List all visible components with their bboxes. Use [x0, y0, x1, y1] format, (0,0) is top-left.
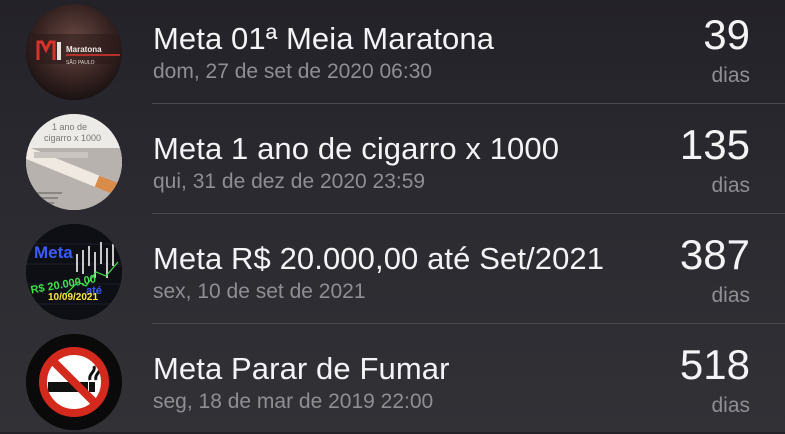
goal-title: Meta Parar de Fumar [153, 351, 450, 386]
goal-days-unit: dias [711, 174, 750, 197]
goal-list: Maratona SÃO PAULO Meta 01ª Meia Maraton… [0, 0, 785, 432]
avatar-line2-text: cigarro x 1000 [44, 133, 101, 143]
half-marathon-logo-icon: Maratona SÃO PAULO [26, 4, 122, 100]
avatar-city-text: SÃO PAULO [66, 59, 95, 66]
avatar-date-text: 10/09/2021 [48, 292, 98, 303]
goal-row-cigarette-year[interactable]: 1 ano de cigarro x 1000 Meta 1 ano de ci… [0, 104, 785, 214]
avatar-meta-text: Meta [34, 243, 73, 262]
goal-days-count: 135 [679, 121, 750, 168]
goal-date: dom, 27 de set de 2020 06:30 [153, 60, 433, 83]
goal-row-half-marathon[interactable]: Maratona SÃO PAULO Meta 01ª Meia Maraton… [0, 0, 785, 104]
goal-days-unit: dias [711, 64, 750, 87]
goal-row-quit-smoking[interactable]: Meta Parar de Fumar seg, 18 de mar de 20… [0, 324, 785, 434]
goal-date: sex, 10 de set de 2021 [153, 280, 366, 303]
goal-title: Meta 1 ano de cigarro x 1000 [153, 131, 560, 166]
goal-days-count: 39 [703, 11, 750, 58]
goal-date: seg, 18 de mar de 2019 22:00 [153, 390, 434, 413]
no-smoking-icon [26, 334, 122, 430]
goal-date: qui, 31 de dez de 2020 23:59 [153, 170, 426, 193]
goal-title: Meta 01ª Meia Maratona [153, 21, 495, 56]
goal-days-unit: dias [711, 284, 750, 307]
goal-days-count: 387 [679, 231, 750, 278]
stock-chart-goal-icon: Meta R$ 20.000,00 até 10/09/2021 [26, 224, 122, 320]
cigarette-poster-icon: 1 ano de cigarro x 1000 [26, 114, 122, 210]
goal-days-unit: dias [711, 394, 750, 417]
avatar-line1-text: 1 ano de [52, 122, 87, 132]
goal-title: Meta R$ 20.000,00 até Set/2021 [153, 241, 605, 276]
avatar-brand-text: Maratona [66, 45, 102, 54]
goal-row-savings[interactable]: Meta R$ 20.000,00 até 10/09/2021 Meta R$… [0, 214, 785, 324]
goal-days-count: 518 [679, 341, 750, 388]
